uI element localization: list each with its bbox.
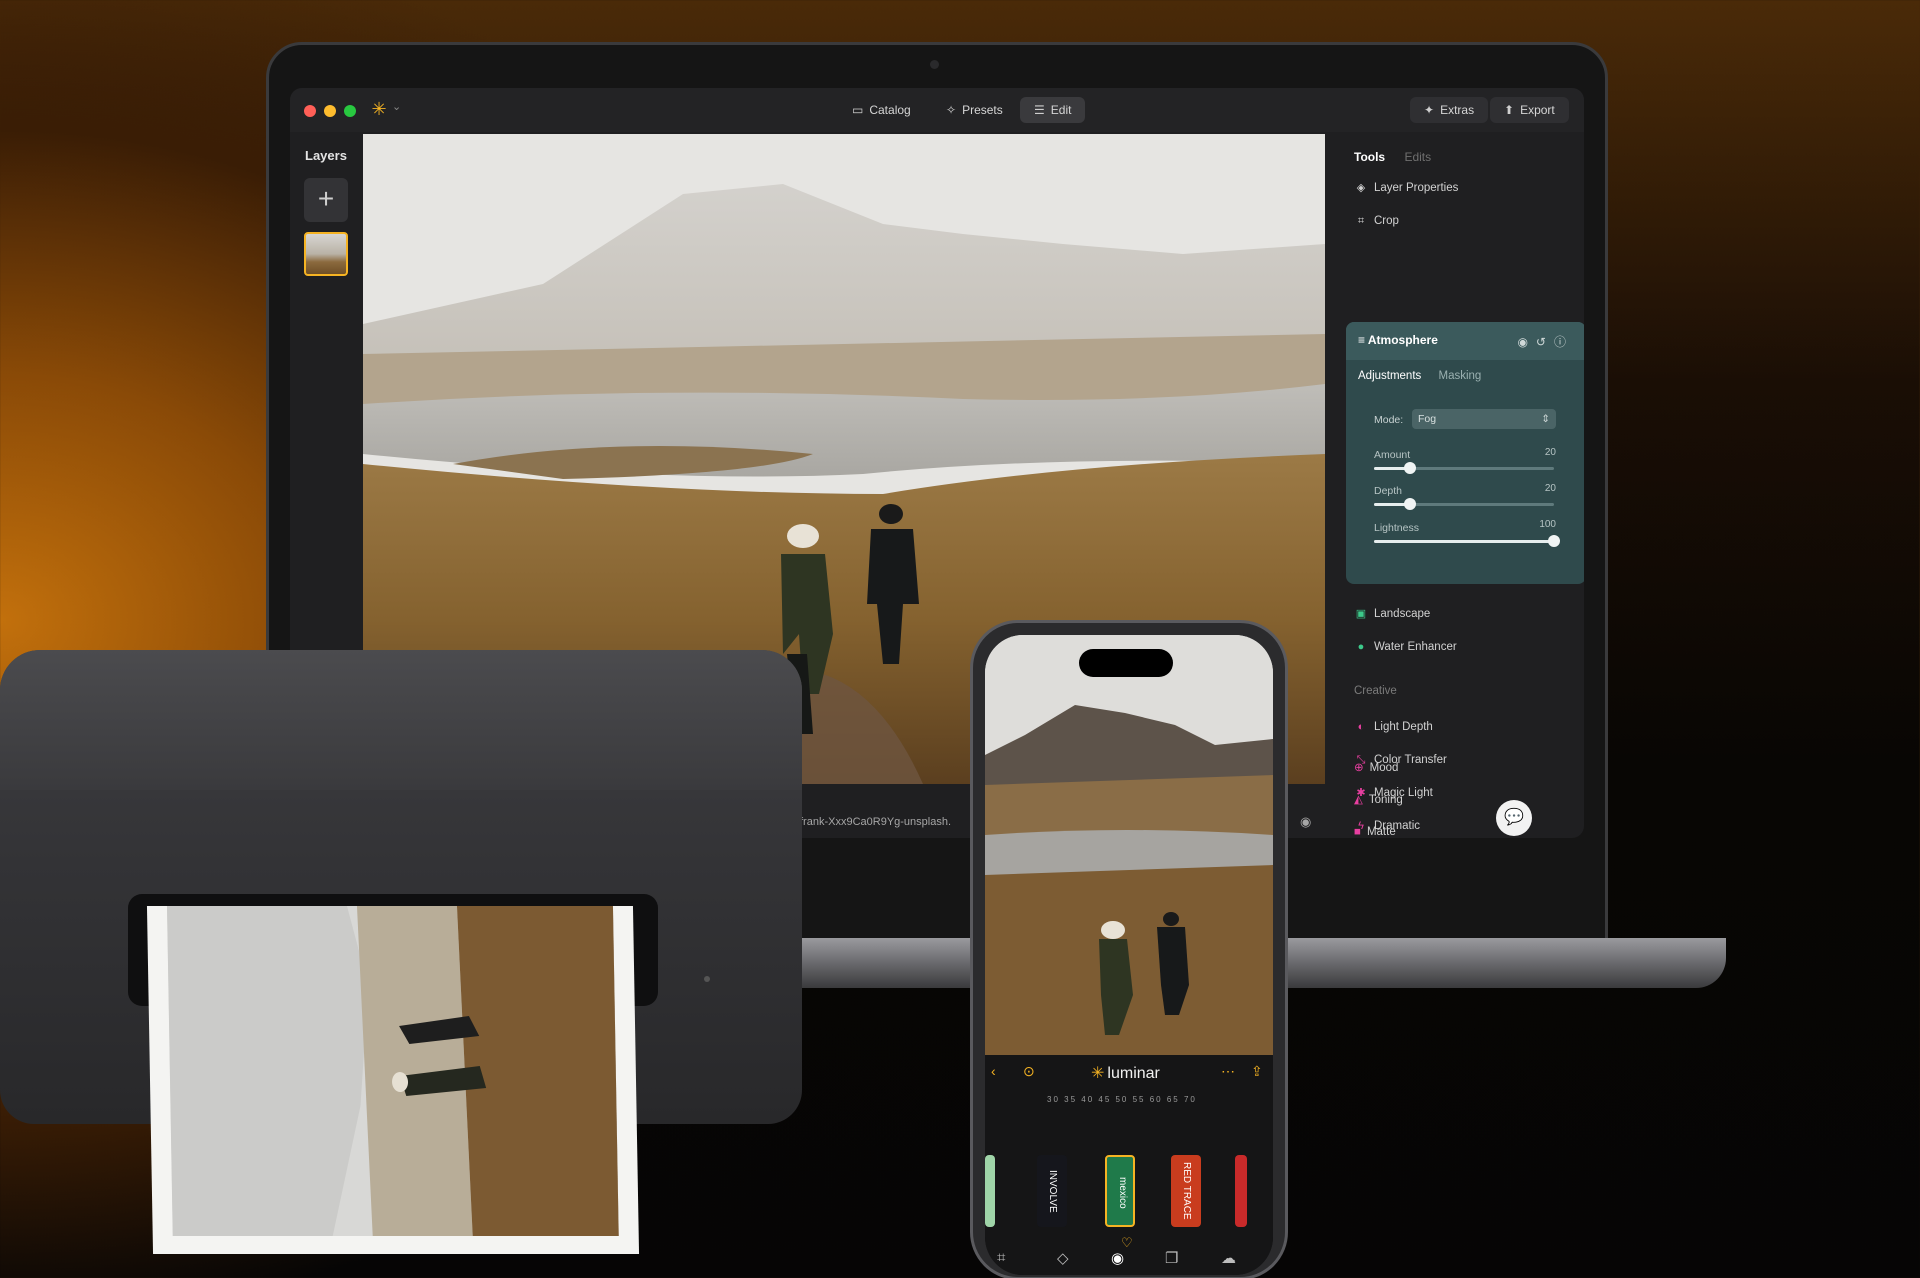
phone-screen: ‹ ⊙ ✳ luminar ⋯ ⇪ 30 35 40 45 50 55 60 65… (985, 635, 1273, 1275)
lightness-label: Lightness (1374, 522, 1419, 534)
mode-label: Mode: (1374, 414, 1404, 426)
printer-top (0, 650, 802, 790)
amount-slider[interactable] (1374, 462, 1554, 474)
depth-label: Depth (1374, 485, 1403, 497)
matte-icon: ■ (1354, 826, 1361, 838)
extras-button[interactable]: ✦ Extras (1410, 97, 1489, 123)
undo-icon[interactable]: ↺ (1536, 335, 1554, 349)
atmosphere-subtabs: Adjustments Masking (1358, 370, 1481, 382)
sparkle-icon: ✧ (946, 103, 957, 117)
amount-label: Amount (1374, 449, 1411, 461)
phone-photo[interactable] (985, 635, 1273, 1055)
history-icon[interactable]: ⊙ (1023, 1063, 1035, 1080)
tool-landscape[interactable]: ▣ Landscape (1354, 604, 1430, 624)
amount-slider-knob[interactable] (1404, 462, 1416, 474)
chevron-down-icon[interactable]: ⌄ (392, 100, 401, 113)
tools-panel: Tools Edits ◈ Layer Properties ⌗ Crop ≡ At… (1340, 134, 1584, 838)
layer-thumbnail[interactable] (304, 232, 348, 276)
atmosphere-actions: ◉↺ⓘ (1517, 333, 1574, 350)
atmosphere-header[interactable]: ≡ Atmosphere ◉↺ⓘ (1346, 322, 1584, 360)
laptop-camera (930, 60, 939, 69)
intensity-dial[interactable]: 30 35 40 45 50 55 60 65 70 (1047, 1095, 1197, 1104)
presets-tab[interactable]: ✧ Presets (932, 97, 1017, 123)
sky-icon[interactable]: ☁ (1221, 1249, 1236, 1267)
printed-landscape (166, 906, 619, 1236)
tool-crop[interactable]: ⌗ Crop (1354, 211, 1399, 231)
film-preset-red-trace[interactable]: RED TRACE (1171, 1155, 1201, 1227)
upload-icon: ⬆ (1504, 103, 1515, 117)
film-preset-mexico[interactable]: mexico (1105, 1155, 1135, 1227)
phone-frame: ‹ ⊙ ✳ luminar ⋯ ⇪ 30 35 40 45 50 55 60 65… (970, 620, 1288, 1278)
film-preset-involve[interactable]: INVOLVE (1037, 1155, 1067, 1227)
sliders-icon: ☰ (1034, 103, 1045, 117)
light-depth-icon: ◐ (1357, 721, 1365, 733)
phone-landscape (985, 635, 1273, 1055)
tab-masking[interactable]: Masking (1438, 370, 1481, 382)
toning-icon: ◭ (1354, 794, 1363, 806)
layers-icon: ◈ (1356, 182, 1366, 194)
presets-dial-icon[interactable]: ◉ (1111, 1249, 1124, 1267)
lightness-slider-knob[interactable] (1548, 535, 1560, 547)
photo-filename: frank-Xxx9Ca0R9Yg-unsplash. (800, 816, 952, 828)
app-toolbar: ✳ ⌄ ▭ Catalog ✧ Presets ☰ Edit ✦ Extras ⬆ Exp… (290, 88, 1584, 132)
add-layer-button[interactable]: + (304, 178, 348, 222)
creative-section-label: Creative (1354, 685, 1397, 697)
amount-value: 20 (1544, 447, 1556, 458)
tool-matte[interactable]: ■ Matte (1354, 822, 1396, 842)
info-icon[interactable]: ⓘ (1554, 335, 1574, 349)
crop-icon[interactable]: ⌗ (997, 1249, 1005, 1266)
more-icon[interactable]: ⋯ (1221, 1063, 1235, 1080)
tool-mood[interactable]: ⊕ Mood (1354, 758, 1398, 778)
sparkle-icon: ✦ (1424, 103, 1435, 117)
luminar-star-icon: ✳ (1091, 1065, 1105, 1082)
edit-tab[interactable]: ☰ Edit (1020, 97, 1086, 123)
atmosphere-tool-card: ≡ Atmosphere ◉↺ⓘ Adjustments Masking Mod… (1346, 322, 1584, 584)
phone-brand: ✳ luminar (1091, 1065, 1160, 1082)
film-preset-partial[interactable] (985, 1155, 995, 1227)
close-window-button[interactable] (304, 105, 316, 117)
minimize-window-button[interactable] (324, 105, 336, 117)
layers-icon[interactable]: ❐ (1165, 1249, 1178, 1267)
eye-icon[interactable]: ◉ (1300, 814, 1311, 830)
depth-value: 20 (1544, 483, 1556, 494)
landscape-icon: ▣ (1355, 608, 1367, 620)
tab-adjustments[interactable]: Adjustments (1358, 370, 1421, 382)
layers-title: Layers (305, 148, 347, 163)
crop-icon: ⌗ (1357, 215, 1365, 227)
depth-slider-knob[interactable] (1404, 498, 1416, 510)
depth-slider[interactable] (1374, 498, 1554, 510)
lightness-slider-fill (1374, 540, 1554, 543)
zoom-window-button[interactable] (344, 105, 356, 117)
tools-tabs: Tools Edits (1354, 150, 1431, 164)
tool-light-depth[interactable]: ◐ Light Depth (1354, 717, 1433, 737)
share-icon[interactable]: ⇪ (1251, 1063, 1263, 1080)
tab-tools[interactable]: Tools (1354, 150, 1385, 164)
back-chevron-icon[interactable]: ‹ (991, 1063, 996, 1079)
export-button[interactable]: ⬆ Export (1490, 97, 1569, 123)
catalog-tab[interactable]: ▭ Catalog (838, 97, 925, 123)
water-drop-icon: ● (1357, 641, 1365, 653)
luminar-logo-icon[interactable]: ✳ (368, 98, 390, 120)
tool-layer-properties[interactable]: ◈ Layer Properties (1354, 178, 1459, 198)
film-preset-partial-right[interactable] (1235, 1155, 1247, 1227)
mode-value: Fog (1418, 413, 1437, 425)
chat-support-icon[interactable]: 💬 (1496, 800, 1532, 836)
tool-water-enhancer[interactable]: ● Water Enhancer (1354, 637, 1457, 657)
mode-select[interactable]: Fog ⇕ (1412, 409, 1556, 429)
printed-photo-image (166, 906, 619, 1236)
chevron-updown-icon: ⇕ (1541, 413, 1550, 425)
atmosphere-title: Atmosphere (1367, 333, 1438, 347)
mood-icon: ⊕ (1354, 762, 1364, 774)
folder-icon: ▭ (852, 103, 864, 117)
dynamic-island (1079, 649, 1173, 677)
menu-icon: ≡ (1358, 333, 1368, 347)
tool-toning[interactable]: ◭ Toning (1354, 790, 1403, 810)
tab-edits[interactable]: Edits (1404, 150, 1431, 164)
eye-icon[interactable]: ◉ (1517, 335, 1535, 349)
lightness-slider[interactable] (1374, 535, 1560, 547)
printed-photo (146, 906, 640, 1254)
printer-led (704, 976, 710, 982)
lightness-value: 100 (1539, 519, 1556, 530)
eraser-icon[interactable]: ◇ (1057, 1249, 1069, 1267)
